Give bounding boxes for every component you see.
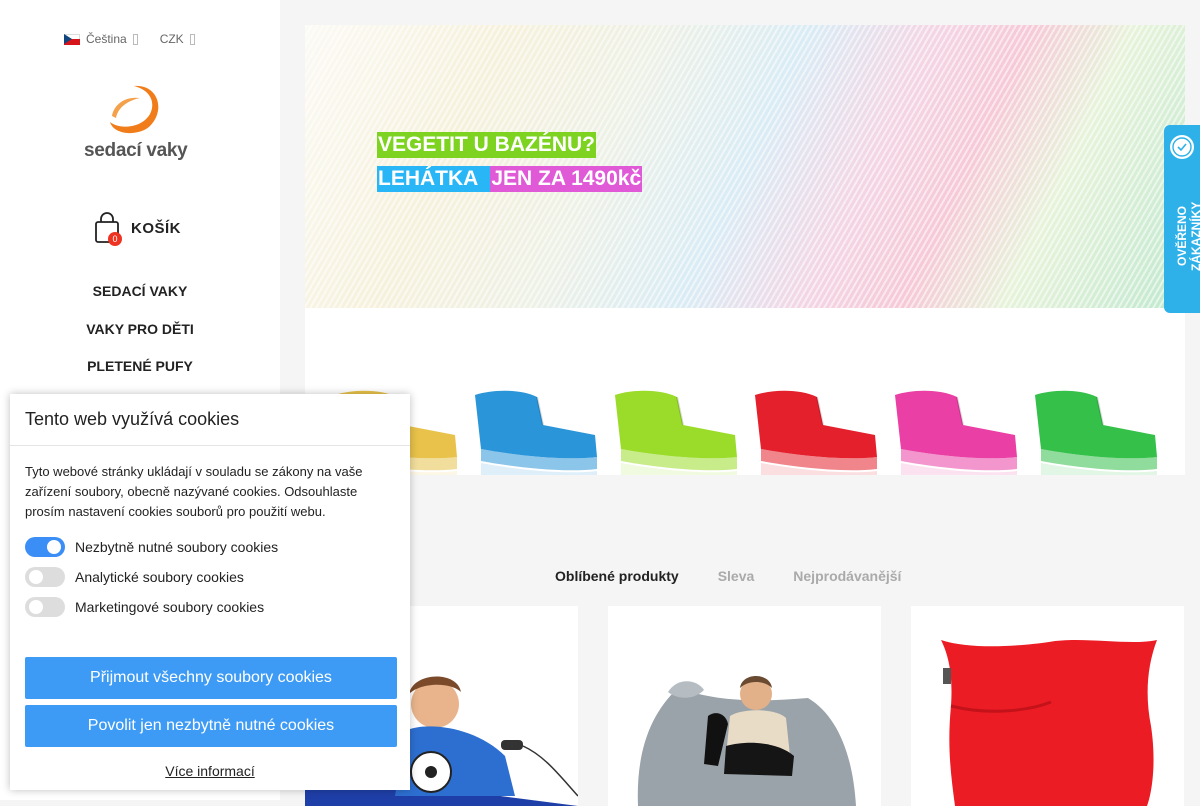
cart-label: KOŠÍK	[131, 219, 182, 237]
lounger-image	[753, 375, 877, 475]
topbar: Čeština CZK	[64, 32, 195, 46]
toggle-label: Analytické soubory cookies	[75, 569, 244, 585]
tab-nejprodavanejsi[interactable]: Nejprodávanější	[793, 568, 901, 584]
cookie-toggle-analytics[interactable]: Analytické soubory cookies	[25, 562, 395, 592]
toggle-switch[interactable]	[25, 537, 65, 557]
cookie-toggle-necessary[interactable]: Nezbytně nutné soubory cookies	[25, 532, 395, 562]
tab-oblibene-produkty[interactable]: Oblíbené produkty	[555, 568, 679, 584]
hero-banner[interactable]: VEGETIT U BAZÉNU? LEHÁTKA JEN ZA 1490kč	[305, 25, 1185, 475]
language-label: Čeština	[86, 32, 127, 46]
nav-item-sedaci-vaky[interactable]: SEDACÍ VAKY	[0, 282, 280, 320]
banner-headline: VEGETIT U BAZÉNU? LEHÁTKA JEN ZA 1490kč	[377, 132, 643, 192]
dropdown-icon	[189, 33, 195, 45]
product-grid	[305, 606, 1184, 806]
shopping-bag-icon: 0	[93, 212, 122, 246]
dropdown-icon	[132, 33, 138, 45]
language-selector[interactable]: Čeština	[64, 32, 138, 46]
accept-all-cookies-button[interactable]: Přijmout všechny soubory cookies	[25, 657, 397, 699]
cookie-title: Tento web využívá cookies	[10, 394, 410, 446]
cookie-description: Tyto webové stránky ukládají v souladu s…	[25, 464, 363, 519]
cart-count-badge: 0	[108, 232, 122, 246]
logo-icon	[110, 85, 159, 134]
lounger-image	[473, 375, 597, 475]
verified-label: OVĚŘENO ZÁKAZNÍKY	[1175, 201, 1200, 271]
currency-selector[interactable]: CZK	[160, 32, 195, 46]
cookie-toggles: Nezbytně nutné soubory cookies Analytick…	[10, 522, 410, 622]
tab-sleva[interactable]: Sleva	[718, 568, 755, 584]
lounger-image	[893, 375, 1017, 475]
verified-seal-icon	[1170, 135, 1194, 159]
banner-line-2a: LEHÁTKA	[377, 166, 491, 192]
lounger-image	[1033, 375, 1157, 475]
banner-line-2b: JEN ZA 1490kč	[490, 166, 643, 192]
lounger-image	[613, 375, 737, 475]
nav-item-vaky-pro-deti[interactable]: VAKY PRO DĚTI	[0, 320, 280, 358]
currency-label: CZK	[159, 32, 184, 46]
toggle-label: Marketingové soubory cookies	[75, 599, 265, 615]
more-info-link[interactable]: Více informací	[10, 763, 410, 779]
toggle-switch[interactable]	[25, 597, 65, 617]
nav-item-pletene-pufy[interactable]: PLETENÉ PUFY	[0, 357, 280, 395]
main-nav: SEDACÍ VAKY VAKY PRO DĚTI PLETENÉ PUFY	[0, 282, 280, 395]
product-card[interactable]	[911, 606, 1184, 806]
accept-necessary-cookies-button[interactable]: Povolit jen nezbytně nutné cookies	[25, 705, 397, 747]
banner-line-1: VEGETIT U BAZÉNU?	[377, 132, 597, 158]
toggle-label: Nezbytně nutné soubory cookies	[75, 539, 279, 555]
product-image-red-beanbag	[941, 640, 1157, 806]
logo-text: sedací vaky	[84, 140, 188, 161]
cookie-consent-dialog: Tento web využívá cookies Tyto webové st…	[10, 394, 410, 790]
czech-flag-icon	[64, 33, 80, 45]
toggle-switch[interactable]	[25, 567, 65, 587]
verified-reviews-badge[interactable]: OVĚŘENO ZÁKAZNÍKY	[1164, 125, 1200, 313]
product-card[interactable]	[608, 606, 881, 806]
site-logo[interactable]: sedací vaky	[84, 82, 194, 162]
product-image-grey-beanbag	[637, 676, 856, 806]
cookie-toggle-marketing[interactable]: Marketingové soubory cookies	[25, 592, 395, 622]
product-tabs: Oblíbené produkty Sleva Nejprodávanější	[555, 568, 901, 584]
lounger-row	[333, 375, 1157, 475]
cart-button[interactable]: 0 KOŠÍK	[93, 212, 182, 246]
